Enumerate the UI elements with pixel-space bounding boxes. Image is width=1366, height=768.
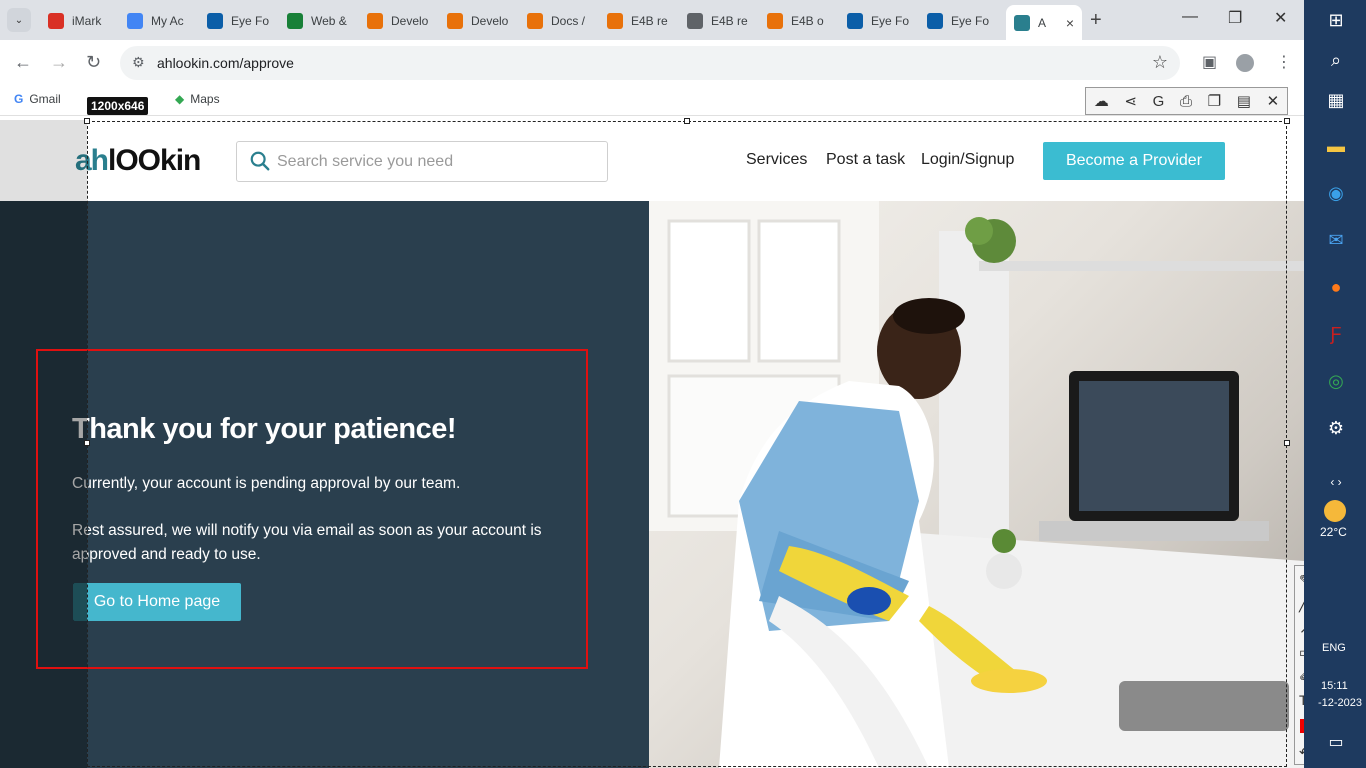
app-icon bbox=[607, 12, 623, 29]
notifications-icon[interactable]: ▭ bbox=[1324, 730, 1348, 754]
resize-handle[interactable] bbox=[684, 118, 690, 124]
minimize-button[interactable]: — bbox=[1182, 8, 1198, 26]
tab-label: A bbox=[1038, 15, 1047, 30]
tab-13[interactable]: A × bbox=[1006, 5, 1082, 40]
tab-6[interactable]: Develo bbox=[439, 7, 518, 34]
close-tab-icon[interactable]: × bbox=[1066, 15, 1074, 31]
resize-handle[interactable] bbox=[84, 118, 90, 124]
browser-toolbar: ← → ↻ ⚙ ahlookin.com/approve ☆ ▣ ⋮ bbox=[0, 40, 1304, 86]
clock-time[interactable]: 15:11 bbox=[1321, 680, 1348, 692]
tab-label: Eye Fo bbox=[951, 13, 990, 28]
eye-icon bbox=[207, 12, 223, 29]
tab-7[interactable]: Docs / bbox=[519, 7, 598, 34]
selection-dimensions: 1200x646 bbox=[87, 97, 149, 115]
maps-icon: ◆ bbox=[175, 92, 185, 106]
menu-icon[interactable]: ⋮ bbox=[1276, 52, 1292, 72]
print-icon[interactable]: ⎙ bbox=[1180, 93, 1192, 110]
app-icon bbox=[527, 12, 543, 29]
tab-10[interactable]: E4B o bbox=[759, 7, 838, 34]
bookmark-maps[interactable]: ◆ Maps bbox=[175, 92, 220, 106]
bookmark-label: Maps bbox=[190, 92, 220, 106]
tab-4[interactable]: Web & bbox=[279, 7, 358, 34]
clock-date[interactable]: -12-2023 bbox=[1318, 697, 1362, 709]
app-icon bbox=[767, 12, 783, 29]
tab-label: Develo bbox=[391, 13, 429, 28]
bookmark-star-icon[interactable]: ☆ bbox=[1152, 52, 1168, 73]
app-icon bbox=[367, 12, 383, 29]
google-search-icon[interactable]: G bbox=[1153, 93, 1165, 110]
firefox-icon[interactable]: ● bbox=[1324, 275, 1348, 299]
bookmark-gmail[interactable]: G Gmail bbox=[14, 92, 61, 106]
back-icon[interactable]: ← bbox=[14, 52, 32, 73]
close-window-button[interactable]: ✕ bbox=[1274, 8, 1287, 28]
url-text[interactable]: ahlookin.com/approve bbox=[157, 55, 294, 71]
mail-icon[interactable]: ✉ bbox=[1324, 228, 1348, 252]
tab-label: Web & bbox=[311, 13, 347, 28]
tab-label: Docs / bbox=[551, 13, 586, 28]
tab-label: E4B re bbox=[631, 13, 668, 28]
search-icon[interactable]: ⌕ bbox=[1324, 48, 1348, 72]
resize-handle[interactable] bbox=[84, 440, 90, 446]
eye-icon bbox=[847, 12, 863, 29]
forward-icon[interactable]: → bbox=[50, 52, 68, 73]
close-icon[interactable]: ✕ bbox=[1267, 92, 1280, 110]
tab-5[interactable]: Develo bbox=[359, 7, 438, 34]
tab-label: Eye Fo bbox=[231, 13, 270, 28]
tab-label: E4B re bbox=[711, 13, 748, 28]
filezilla-icon[interactable]: Ƒ bbox=[1324, 322, 1348, 346]
tab-label: iMark bbox=[72, 13, 102, 28]
screenshot-dim-overlay bbox=[0, 120, 87, 201]
tab-strip: ⌄ iMark My Ac Eye Fo Web & Develo Develo Docs … bbox=[0, 0, 1304, 40]
temperature: 22°C bbox=[1320, 525, 1347, 539]
restore-button[interactable]: ❐ bbox=[1228, 8, 1242, 28]
tab-2[interactable]: My Ac bbox=[119, 7, 198, 34]
new-tab-button[interactable]: + bbox=[1090, 9, 1102, 32]
ahlookin-icon bbox=[1014, 14, 1030, 31]
windows-taskbar: ⊞ ⌕ ▦ ▬ ◉ ✉ ● Ƒ ◎ ⚙ ‹ › 22°C ENG 15:11 -… bbox=[1304, 0, 1366, 768]
tab-search-button[interactable]: ⌄ bbox=[7, 8, 31, 32]
tab-1[interactable]: iMark bbox=[40, 7, 119, 34]
settings-gear-icon[interactable]: ⚙ bbox=[1324, 416, 1348, 440]
bookmark-label: Gmail bbox=[29, 92, 61, 106]
weather-icon[interactable] bbox=[1324, 500, 1346, 522]
tab-label: E4B o bbox=[791, 13, 824, 28]
tab-label: Develo bbox=[471, 13, 509, 28]
screenshot-toolbar: ☁ ⋖ G ⎙ ❐ ▤ ✕ bbox=[1085, 87, 1288, 115]
profile-avatar[interactable] bbox=[1236, 54, 1254, 72]
tab-9[interactable]: E4B re bbox=[679, 7, 758, 34]
task-view-icon[interactable]: ▦ bbox=[1324, 88, 1348, 112]
account-icon bbox=[127, 12, 143, 29]
address-bar[interactable]: ⚙ ahlookin.com/approve ☆ bbox=[120, 46, 1180, 80]
language-indicator[interactable]: ENG bbox=[1322, 642, 1346, 654]
tab-11[interactable]: Eye Fo bbox=[839, 7, 918, 34]
tab-8[interactable]: E4B re bbox=[599, 7, 678, 34]
tray-expand-icon[interactable]: ‹ › bbox=[1324, 470, 1348, 494]
side-panel-icon[interactable]: ▣ bbox=[1202, 52, 1217, 72]
google-icon: G bbox=[14, 92, 24, 106]
resize-handle[interactable] bbox=[1284, 440, 1290, 446]
reload-icon[interactable]: ↻ bbox=[86, 52, 101, 73]
chrome-icon[interactable]: ◎ bbox=[1324, 369, 1348, 393]
edge-icon[interactable]: ◉ bbox=[1324, 181, 1348, 205]
globe-icon bbox=[687, 12, 703, 29]
save-icon[interactable]: ▤ bbox=[1237, 92, 1251, 110]
site-info-icon[interactable]: ⚙ bbox=[132, 54, 145, 71]
copy-icon[interactable]: ❐ bbox=[1208, 92, 1221, 110]
tab-label: My Ac bbox=[151, 13, 184, 28]
tab-3[interactable]: Eye Fo bbox=[199, 7, 278, 34]
resize-handle[interactable] bbox=[1284, 118, 1290, 124]
windows-start-icon[interactable]: ⊞ bbox=[1324, 8, 1348, 32]
gmail-icon bbox=[48, 12, 64, 29]
file-explorer-icon[interactable]: ▬ bbox=[1324, 134, 1348, 158]
share-icon[interactable]: ⋖ bbox=[1124, 92, 1137, 110]
screenshot-selection[interactable] bbox=[84, 118, 1290, 767]
eye-icon bbox=[927, 12, 943, 29]
upload-cloud-icon[interactable]: ☁ bbox=[1094, 92, 1109, 110]
tab-12[interactable]: Eye Fo bbox=[919, 7, 998, 34]
app-icon bbox=[447, 12, 463, 29]
sheets-icon bbox=[287, 12, 303, 29]
tab-label: Eye Fo bbox=[871, 13, 910, 28]
